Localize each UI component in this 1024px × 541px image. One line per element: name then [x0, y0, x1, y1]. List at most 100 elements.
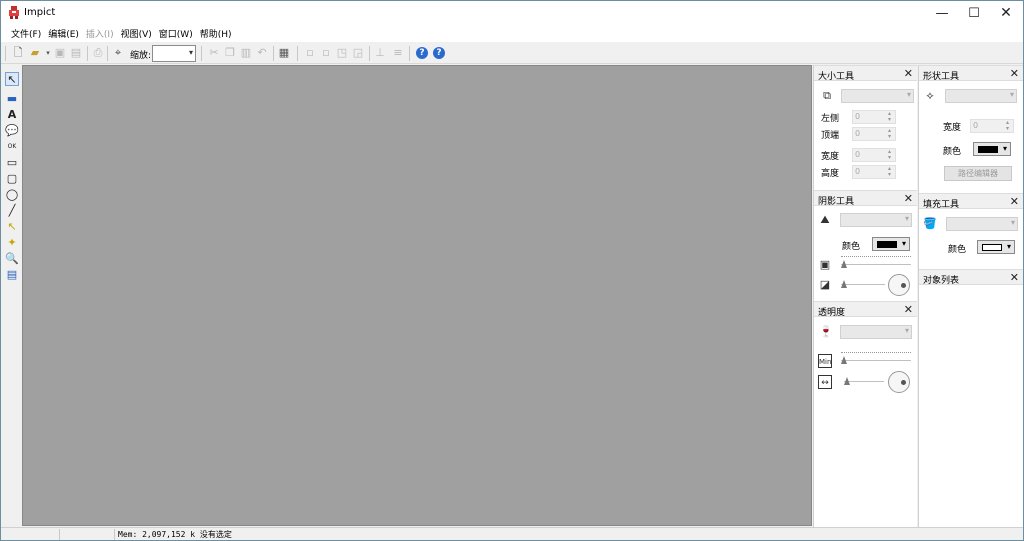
group-icon[interactable]: ▫	[303, 46, 317, 60]
line-tool-icon[interactable]: ╱	[5, 204, 19, 218]
zoom-tool-icon[interactable]: 🔍	[5, 252, 19, 266]
app-logo-icon	[9, 6, 19, 19]
callout-tool-icon[interactable]: 💬	[5, 124, 19, 138]
undo-icon[interactable]: ↶	[255, 46, 269, 60]
send-backward-icon[interactable]: ◲	[351, 46, 365, 60]
fill-color-swatch	[982, 244, 1002, 251]
shadow-blur-slider[interactable]	[841, 280, 885, 290]
transparency-type-select[interactable]	[840, 325, 912, 339]
zoom-select[interactable]	[152, 45, 196, 62]
shape-tool-header: 形状工具 ✕	[919, 65, 1023, 82]
status-divider	[114, 529, 115, 540]
menu-help[interactable]: 帮助(H)	[200, 27, 232, 40]
transparency-min-icon: Min	[818, 354, 832, 368]
new-file-icon[interactable]: 🗋	[11, 46, 25, 60]
select-arrow-icon[interactable]: ↖	[5, 72, 19, 86]
shape-tool-panel: 形状工具 ✕ ⟡ 宽度 0 颜色 ▾ 路径编辑器	[919, 65, 1023, 193]
slider-thumb[interactable]	[841, 260, 847, 269]
button-tool-icon[interactable]: OK	[5, 140, 19, 154]
transparency-angle-dial[interactable]	[888, 371, 910, 393]
distribute-icon[interactable]: ≡	[391, 46, 405, 60]
toolbar-separator	[409, 46, 410, 61]
fill-color-label: 颜色	[948, 245, 967, 255]
object-list-close-icon[interactable]: ✕	[1010, 271, 1019, 284]
align-icon[interactable]: ⊥	[373, 46, 387, 60]
menu-edit[interactable]: 编辑(E)	[48, 27, 79, 40]
shape-color-button[interactable]: ▾	[973, 142, 1011, 156]
toolbar-separator	[297, 46, 298, 61]
cut-icon[interactable]: ✂	[207, 46, 221, 60]
toolbar-grip	[5, 46, 6, 61]
slider-ticks	[841, 256, 911, 259]
save-icon[interactable]: ▣	[53, 46, 67, 60]
path-editor-button[interactable]: 路径编辑器	[944, 166, 1012, 181]
status-bar: Mem: 2,097,152 k 没有选定	[1, 527, 1023, 540]
object-list-title: 对象列表	[923, 276, 960, 286]
shape-tool-close-icon[interactable]: ✕	[1010, 67, 1019, 80]
app-window: Impict — ☐ ✕ 文件(F) 编辑(E) 插入(I) 视图(V) 窗口(…	[0, 0, 1024, 541]
status-memory-text: Mem: 2,097,152 k 没有选定	[118, 529, 232, 540]
shape-width-value: 0	[973, 121, 979, 130]
zoom-fit-icon[interactable]: ⌖	[111, 46, 125, 60]
shadow-direction-icon: ◪	[819, 278, 831, 291]
shadow-offset-slider[interactable]	[841, 256, 911, 270]
print-icon[interactable]: ⎙	[91, 46, 105, 60]
memory-value: Mem: 2,097,152 k	[118, 530, 196, 539]
text-tool-icon[interactable]: A	[5, 108, 19, 122]
size-object-select[interactable]	[841, 89, 914, 103]
screenshot-tool-icon[interactable]: ▤	[5, 268, 19, 282]
open-folder-icon[interactable]: ▰	[28, 46, 42, 60]
ungroup-icon[interactable]: ▫	[319, 46, 333, 60]
slider-track	[844, 381, 884, 383]
shadow-angle-dial[interactable]	[888, 274, 910, 296]
drawing-canvas[interactable]	[22, 65, 812, 526]
help-icon[interactable]: ?	[416, 47, 428, 59]
ellipse-tool-icon[interactable]: ◯	[5, 188, 19, 202]
fill-tool-header: 填充工具 ✕	[919, 193, 1023, 210]
layers-icon[interactable]: ▦	[277, 46, 291, 60]
object-list-panel: 对象列表 ✕	[919, 269, 1023, 527]
menu-insert[interactable]: 插入(I)	[86, 27, 114, 40]
menu-bar: 文件(F) 编辑(E) 插入(I) 视图(V) 窗口(W) 帮助(H)	[1, 25, 1023, 42]
bring-forward-icon[interactable]: ◳	[335, 46, 349, 60]
copy-icon[interactable]: ❐	[223, 46, 237, 60]
transparency-close-icon[interactable]: ✕	[904, 303, 913, 316]
minimize-button[interactable]: —	[926, 1, 958, 25]
slider-thumb[interactable]	[841, 280, 847, 289]
shadow-tool-close-icon[interactable]: ✕	[904, 192, 913, 205]
zoom-label: 缩放:	[130, 51, 152, 61]
fill-type-select[interactable]	[946, 217, 1018, 231]
chevron-down-icon: ▾	[1002, 144, 1007, 153]
pointer-tool-icon[interactable]: ↖	[5, 220, 19, 234]
tool-palette: ↖ ▬ A 💬 OK ▭ ▢ ◯ ╱ ↖ ✦ 🔍 ▤	[1, 65, 22, 527]
size-tool-close-icon[interactable]: ✕	[904, 67, 913, 80]
context-help-icon[interactable]: ?	[433, 47, 445, 59]
menu-view[interactable]: 视图(V)	[121, 27, 152, 40]
shape-type-select[interactable]	[945, 89, 1017, 103]
shadow-type-select[interactable]	[840, 213, 912, 227]
slider-track	[841, 360, 911, 362]
slider-thumb[interactable]	[841, 356, 847, 365]
paste-icon[interactable]: ▥	[239, 46, 253, 60]
save-all-icon[interactable]: ▤	[69, 46, 83, 60]
title-bar[interactable]: Impict — ☐ ✕	[1, 1, 1023, 25]
menu-window[interactable]: 窗口(W)	[159, 27, 193, 40]
slider-thumb[interactable]	[844, 377, 850, 386]
image-tool-icon[interactable]: ▬	[5, 92, 19, 106]
fill-color-button[interactable]: ▾	[977, 240, 1015, 254]
star-tool-icon[interactable]: ✦	[5, 236, 19, 250]
rounded-rect-tool-icon[interactable]: ▢	[5, 172, 19, 186]
transparency-gradient-slider[interactable]	[844, 377, 884, 387]
transparency-panel: 透明度 ✕ 🍷 Min ↔	[814, 301, 917, 401]
size-tool-panel: 大小工具 ✕ ⧉ 左侧 0 顶端 0 宽度 0 高度 0	[814, 65, 917, 187]
toolbar-separator	[273, 46, 274, 61]
maximize-button[interactable]: ☐	[958, 1, 990, 25]
height-value: 0	[855, 167, 861, 176]
transparency-level-slider[interactable]	[841, 352, 911, 366]
shadow-color-button[interactable]: ▾	[872, 237, 910, 251]
close-button[interactable]: ✕	[990, 1, 1022, 25]
rectangle-tool-icon[interactable]: ▭	[5, 156, 19, 170]
slider-track	[841, 264, 911, 266]
menu-file[interactable]: 文件(F)	[11, 27, 41, 40]
fill-tool-close-icon[interactable]: ✕	[1010, 195, 1019, 208]
